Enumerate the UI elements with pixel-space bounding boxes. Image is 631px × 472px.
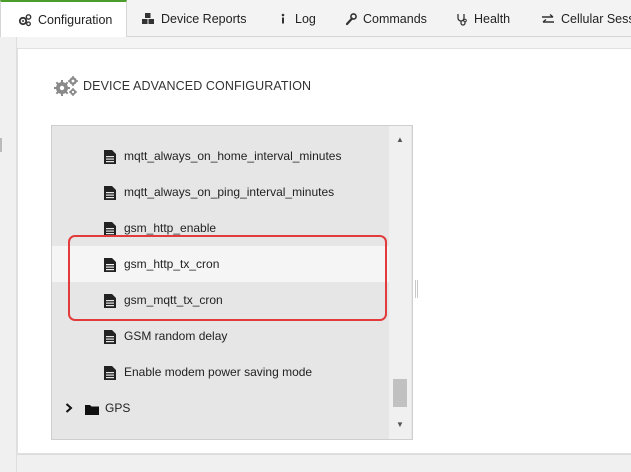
file-icon: [104, 366, 116, 380]
file-icon: [104, 330, 116, 344]
page-title: DEVICE ADVANCED CONFIGURATION: [83, 79, 312, 93]
tab-label: Cellular Sessi: [561, 11, 631, 26]
tree-item-label: mqtt_always_on_home_interval_minutes: [124, 149, 342, 163]
file-icon: [104, 150, 116, 164]
tree-item-gsm-mqtt-tx-cron[interactable]: gsm_mqtt_tx_cron: [52, 282, 390, 318]
tree-item-mqtt-home-interval[interactable]: mqtt_always_on_home_interval_minutes: [52, 138, 390, 174]
tab-label: Commands: [363, 11, 427, 26]
tree-item-label: gsm_http_enable: [124, 221, 217, 235]
tree-item-label: gsm_mqtt_tx_cron: [124, 293, 223, 307]
tree-item-gsm-random-delay[interactable]: GSM random delay: [52, 318, 390, 354]
tree-item-gsm-http-enable[interactable]: gsm_http_enable: [52, 210, 390, 246]
scrollbar-thumb[interactable]: [393, 379, 407, 407]
info-icon: [279, 12, 289, 26]
tab-health[interactable]: Health: [456, 0, 510, 37]
folder-icon: [85, 404, 99, 415]
file-icon: [104, 258, 116, 272]
file-icon: [104, 222, 116, 236]
tab-log[interactable]: Log: [279, 0, 316, 37]
file-icon: [104, 294, 116, 308]
tab-label: Configuration: [38, 13, 113, 27]
chevron-right-icon[interactable]: [65, 403, 73, 416]
bottom-strip: [17, 454, 631, 472]
stethoscope-icon: [456, 12, 468, 26]
tree-item-mqtt-ping-interval[interactable]: mqtt_always_on_ping_interval_minutes: [52, 174, 390, 210]
cubes-icon: [141, 12, 155, 26]
tree-item-label: GSM random delay: [124, 329, 228, 343]
tab-configuration[interactable]: Configuration: [0, 0, 127, 38]
tab-bar: Configuration Device Reports Log Command…: [0, 0, 631, 38]
resize-handle[interactable]: [415, 280, 418, 298]
file-icon: [104, 186, 116, 200]
scroll-down-arrow-icon[interactable]: ▼: [389, 417, 411, 433]
gears-icon: [53, 75, 79, 97]
tree-item-label: mqtt_always_on_ping_interval_minutes: [124, 185, 335, 199]
tab-commands[interactable]: Commands: [345, 0, 427, 37]
tree-item-modem-power-saving[interactable]: Enable modem power saving mode: [52, 354, 390, 390]
tree-item-label: gsm_http_tx_cron: [124, 257, 220, 271]
section-header: DEVICE ADVANCED CONFIGURATION: [53, 74, 311, 98]
tab-device-reports[interactable]: Device Reports: [141, 0, 246, 37]
config-tree: mqtt_always_on_home_interval_minutes mqt…: [51, 125, 413, 440]
exchange-arrows-icon: [541, 12, 555, 26]
tab-label: Device Reports: [161, 11, 247, 26]
left-gutter: [0, 37, 17, 472]
wrench-icon: [345, 12, 357, 26]
tree-scrollbar[interactable]: ▲ ▼: [389, 126, 411, 439]
tab-label: Health: [474, 11, 511, 26]
tab-cellular-sessions[interactable]: Cellular Sessi: [541, 0, 631, 37]
tree-item-label: GPS: [105, 401, 131, 415]
tree-item-gps[interactable]: GPS: [52, 390, 390, 426]
tab-label: Log: [295, 11, 316, 26]
tree-item-label: Enable modem power saving mode: [124, 365, 313, 379]
tree-item-gsm-http-tx-cron[interactable]: gsm_http_tx_cron: [52, 246, 390, 282]
scroll-up-arrow-icon[interactable]: ▲: [389, 132, 411, 148]
cogs-icon: [18, 13, 32, 27]
collapse-handle[interactable]: [0, 138, 2, 152]
